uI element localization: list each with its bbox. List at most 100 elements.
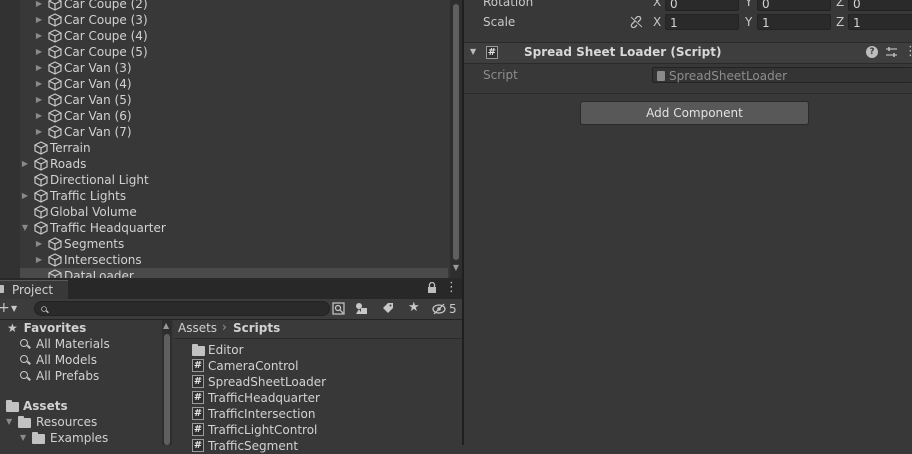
tab-project[interactable]: Project	[0, 280, 68, 300]
foldout-collapsed-icon[interactable]: ▶	[20, 188, 30, 204]
preset-sliders-icon[interactable]	[885, 46, 898, 59]
hierarchy-item-label: DataLoader	[64, 269, 134, 278]
hierarchy-item[interactable]: ▶ Car Van (6)	[20, 108, 448, 124]
rotation-y-field[interactable]: 0	[757, 0, 831, 11]
rotation-z-field[interactable]: 0	[848, 0, 912, 11]
folder-icon	[6, 400, 19, 412]
hierarchy-item[interactable]: Directional Light	[20, 172, 448, 188]
rotation-z-label[interactable]: Z	[836, 0, 844, 9]
foldout-collapsed-icon[interactable]: ▶	[34, 44, 44, 60]
project-folder-tree: ★ Favorites All Materials All Models All P…	[0, 320, 160, 445]
breadcrumb-assets[interactable]: Assets	[178, 321, 217, 335]
hierarchy-item[interactable]: ▼ Traffic Headquarter	[20, 220, 448, 236]
foldout-collapsed-icon[interactable]: ▶	[34, 0, 44, 12]
scroll-up-arrow-icon[interactable]: ▲	[163, 321, 169, 330]
assets-header[interactable]: Assets	[6, 398, 68, 414]
filter-by-label-icon[interactable]	[381, 302, 395, 316]
hierarchy-item[interactable]: ▶ Car Van (3)	[20, 60, 448, 76]
hierarchy-item[interactable]: ▶ Car Van (7)	[20, 124, 448, 140]
foldout-collapsed-icon[interactable]: ▶	[34, 12, 44, 28]
hierarchy-item[interactable]: ▶ Car Coupe (3)	[20, 12, 448, 28]
file-list-item[interactable]: Editor	[192, 342, 244, 358]
scale-x-field[interactable]: 1	[665, 14, 739, 30]
file-list-item[interactable]: # CameraControl	[192, 358, 298, 374]
scroll-down-arrow-icon[interactable]: ▼	[451, 262, 461, 274]
foldout-expanded-icon[interactable]: ▼	[20, 430, 26, 446]
kebab-menu-icon[interactable]: ⋮	[904, 44, 912, 60]
scale-x-label[interactable]: X	[653, 15, 661, 29]
foldout-collapsed-icon[interactable]: ▶	[34, 108, 44, 124]
hierarchy-item[interactable]: Global Volume	[20, 204, 448, 220]
hierarchy-scrollbar[interactable]: ▼	[450, 0, 462, 278]
foldout-collapsed-icon[interactable]: ▶	[34, 28, 44, 44]
create-dropdown-icon[interactable]: ▼	[11, 300, 17, 318]
foldout-collapsed-icon[interactable]: ▶	[20, 156, 30, 172]
hierarchy-item-label: Directional Light	[50, 173, 149, 187]
foldout-collapsed-icon[interactable]: ▶	[34, 252, 44, 268]
hierarchy-item[interactable]: ▶ Car Coupe (2)	[20, 0, 448, 12]
foldout-collapsed-icon[interactable]: ▶	[34, 236, 44, 252]
favorites-header[interactable]: ★ Favorites	[7, 320, 86, 336]
help-icon[interactable]: ?	[866, 46, 878, 58]
rotation-x-field[interactable]: 0	[665, 0, 739, 11]
search-by-type-icon[interactable]	[332, 302, 346, 316]
cube-icon	[48, 237, 62, 251]
favorite-star-icon[interactable]: ★	[408, 299, 420, 317]
assets-tree-item-label: Resources	[36, 415, 98, 429]
foldout-expanded-icon[interactable]: ▼	[6, 414, 12, 430]
folder-tree-scroll-thumb[interactable]	[164, 334, 170, 445]
component-separator	[464, 93, 912, 94]
favorites-item[interactable]: All Prefabs	[20, 368, 99, 384]
hierarchy-item[interactable]: ▶ Traffic Lights	[20, 188, 448, 204]
csharp-script-icon: #	[192, 391, 204, 404]
scale-z-field[interactable]: 1	[848, 14, 912, 30]
foldout-collapsed-icon[interactable]: ▶	[34, 92, 44, 108]
hierarchy-item[interactable]: ▶ Car Van (4)	[20, 76, 448, 92]
cube-icon	[48, 45, 62, 59]
foldout-collapsed-icon[interactable]: ▶	[34, 60, 44, 76]
favorites-item[interactable]: All Materials	[20, 336, 110, 352]
breadcrumb-scripts[interactable]: Scripts	[233, 321, 280, 335]
foldout-expanded-icon[interactable]: ▼	[20, 220, 30, 236]
rotation-x-label[interactable]: X	[653, 0, 661, 9]
rotation-y-label[interactable]: Y	[745, 0, 752, 9]
kebab-menu-icon[interactable]: ⋮	[445, 279, 458, 297]
hierarchy-item[interactable]: ▶ Car Coupe (5)	[20, 44, 448, 60]
constrain-proportions-icon[interactable]	[630, 16, 644, 28]
favorites-item[interactable]: All Models	[20, 352, 97, 368]
search-input[interactable]	[34, 301, 330, 316]
hierarchy-item[interactable]: ▶ Intersections	[20, 252, 448, 268]
folder-tree-scrollbar[interactable]: ▲	[162, 320, 172, 445]
lock-icon[interactable]	[427, 282, 437, 294]
foldout-collapsed-icon[interactable]: ▶	[34, 124, 44, 140]
foldout-arrow-icon[interactable]: ▼	[470, 45, 476, 59]
create-plus-icon[interactable]: +	[0, 299, 10, 317]
scale-y-field[interactable]: 1	[757, 14, 831, 30]
search-icon	[41, 306, 47, 312]
hierarchy-item[interactable]: ▶ Car Van (5)	[20, 92, 448, 108]
file-list-item[interactable]: # TrafficIntersection	[192, 406, 315, 422]
assets-tree-item[interactable]: ▼ Resources	[6, 414, 98, 430]
foldout-collapsed-icon[interactable]: ▶	[34, 76, 44, 92]
hierarchy-item[interactable]: Terrain	[20, 140, 448, 156]
file-list-item-label: SpreadSheetLoader	[208, 375, 327, 389]
hierarchy-item[interactable]: ▶ Segments	[20, 236, 448, 252]
hierarchy-item[interactable]: ▶ Roads	[20, 156, 448, 172]
hierarchy-item-label: Segments	[64, 237, 125, 251]
file-list-item[interactable]: # SpreadSheetLoader	[192, 374, 326, 390]
file-list-item[interactable]: # TrafficLightControl	[192, 422, 317, 438]
file-list-item[interactable]: # TrafficHeadquarter	[192, 390, 320, 406]
add-component-button[interactable]: Add Component	[580, 101, 809, 125]
cube-icon	[48, 269, 62, 278]
hierarchy-item[interactable]: DataLoader	[20, 268, 448, 278]
hidden-packages-eye-icon[interactable]	[432, 303, 448, 315]
component-header[interactable]: ▼ # Spread Sheet Loader (Script) ? ⋮	[464, 42, 912, 64]
scale-y-label[interactable]: Y	[745, 15, 752, 29]
hierarchy-scroll-thumb[interactable]	[453, 4, 459, 260]
file-list-item[interactable]: # TrafficSegment	[192, 438, 298, 454]
filter-by-type-icon[interactable]	[355, 302, 369, 316]
hierarchy-item-label: Car Van (4)	[64, 77, 132, 91]
hierarchy-item[interactable]: ▶ Car Coupe (4)	[20, 28, 448, 44]
scale-z-label[interactable]: Z	[836, 15, 844, 29]
assets-tree-item[interactable]: ▼ Examples	[20, 430, 108, 446]
